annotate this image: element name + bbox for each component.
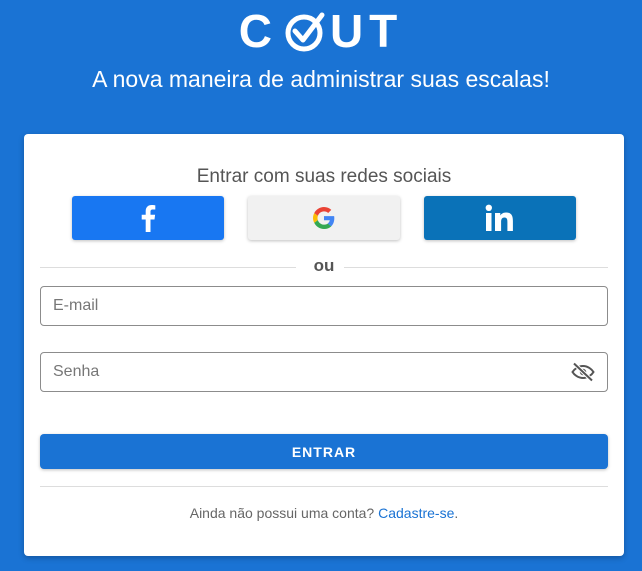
signup-prompt: Ainda não possui uma conta? Cadastre-se. (24, 505, 624, 521)
logo-letters-ut: UT (329, 5, 404, 57)
divider-right (344, 267, 608, 268)
eye-off-icon[interactable] (571, 362, 595, 382)
divider-left (40, 267, 296, 268)
tagline: A nova maneira de administrar suas escal… (92, 66, 550, 92)
logo-letter-c: C (238, 5, 278, 57)
linkedin-icon (485, 204, 513, 231)
checkmark-o-icon (285, 12, 325, 52)
login-submit-button[interactable]: ENTRAR (40, 434, 608, 469)
divider-or-text: ou (313, 256, 335, 275)
signup-suffix: . (454, 505, 459, 521)
social-login-title: Entrar com suas redes sociais (196, 166, 452, 187)
password-input[interactable] (41, 363, 607, 381)
signup-link[interactable]: Cadastre-se (378, 505, 454, 521)
email-input[interactable] (41, 297, 607, 315)
facebook-login-button[interactable] (72, 196, 224, 240)
logo: C UT (0, 6, 642, 56)
google-icon (313, 207, 335, 229)
login-card: Entrar com suas redes sociais ou E-mail … (24, 134, 624, 556)
signup-prompt-text: Ainda não possui uma conta? (189, 505, 375, 521)
linkedin-login-button[interactable] (424, 196, 576, 240)
footer-divider (40, 486, 608, 487)
google-login-button[interactable] (248, 196, 400, 240)
facebook-icon (141, 205, 156, 232)
email-field-container (40, 286, 608, 326)
password-field-container (40, 352, 608, 392)
